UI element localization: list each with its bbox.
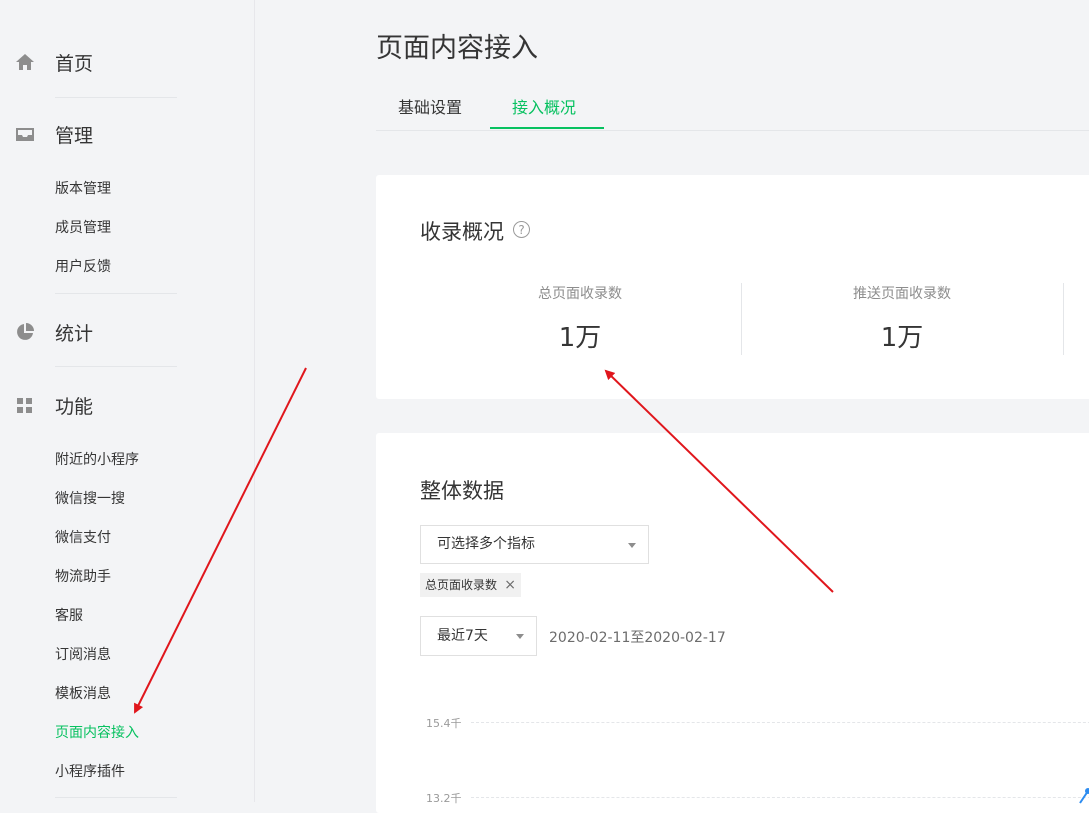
annotation-arrow [604, 369, 834, 593]
annotation-arrows [134, 367, 834, 714]
annotation-arrow [134, 367, 307, 714]
